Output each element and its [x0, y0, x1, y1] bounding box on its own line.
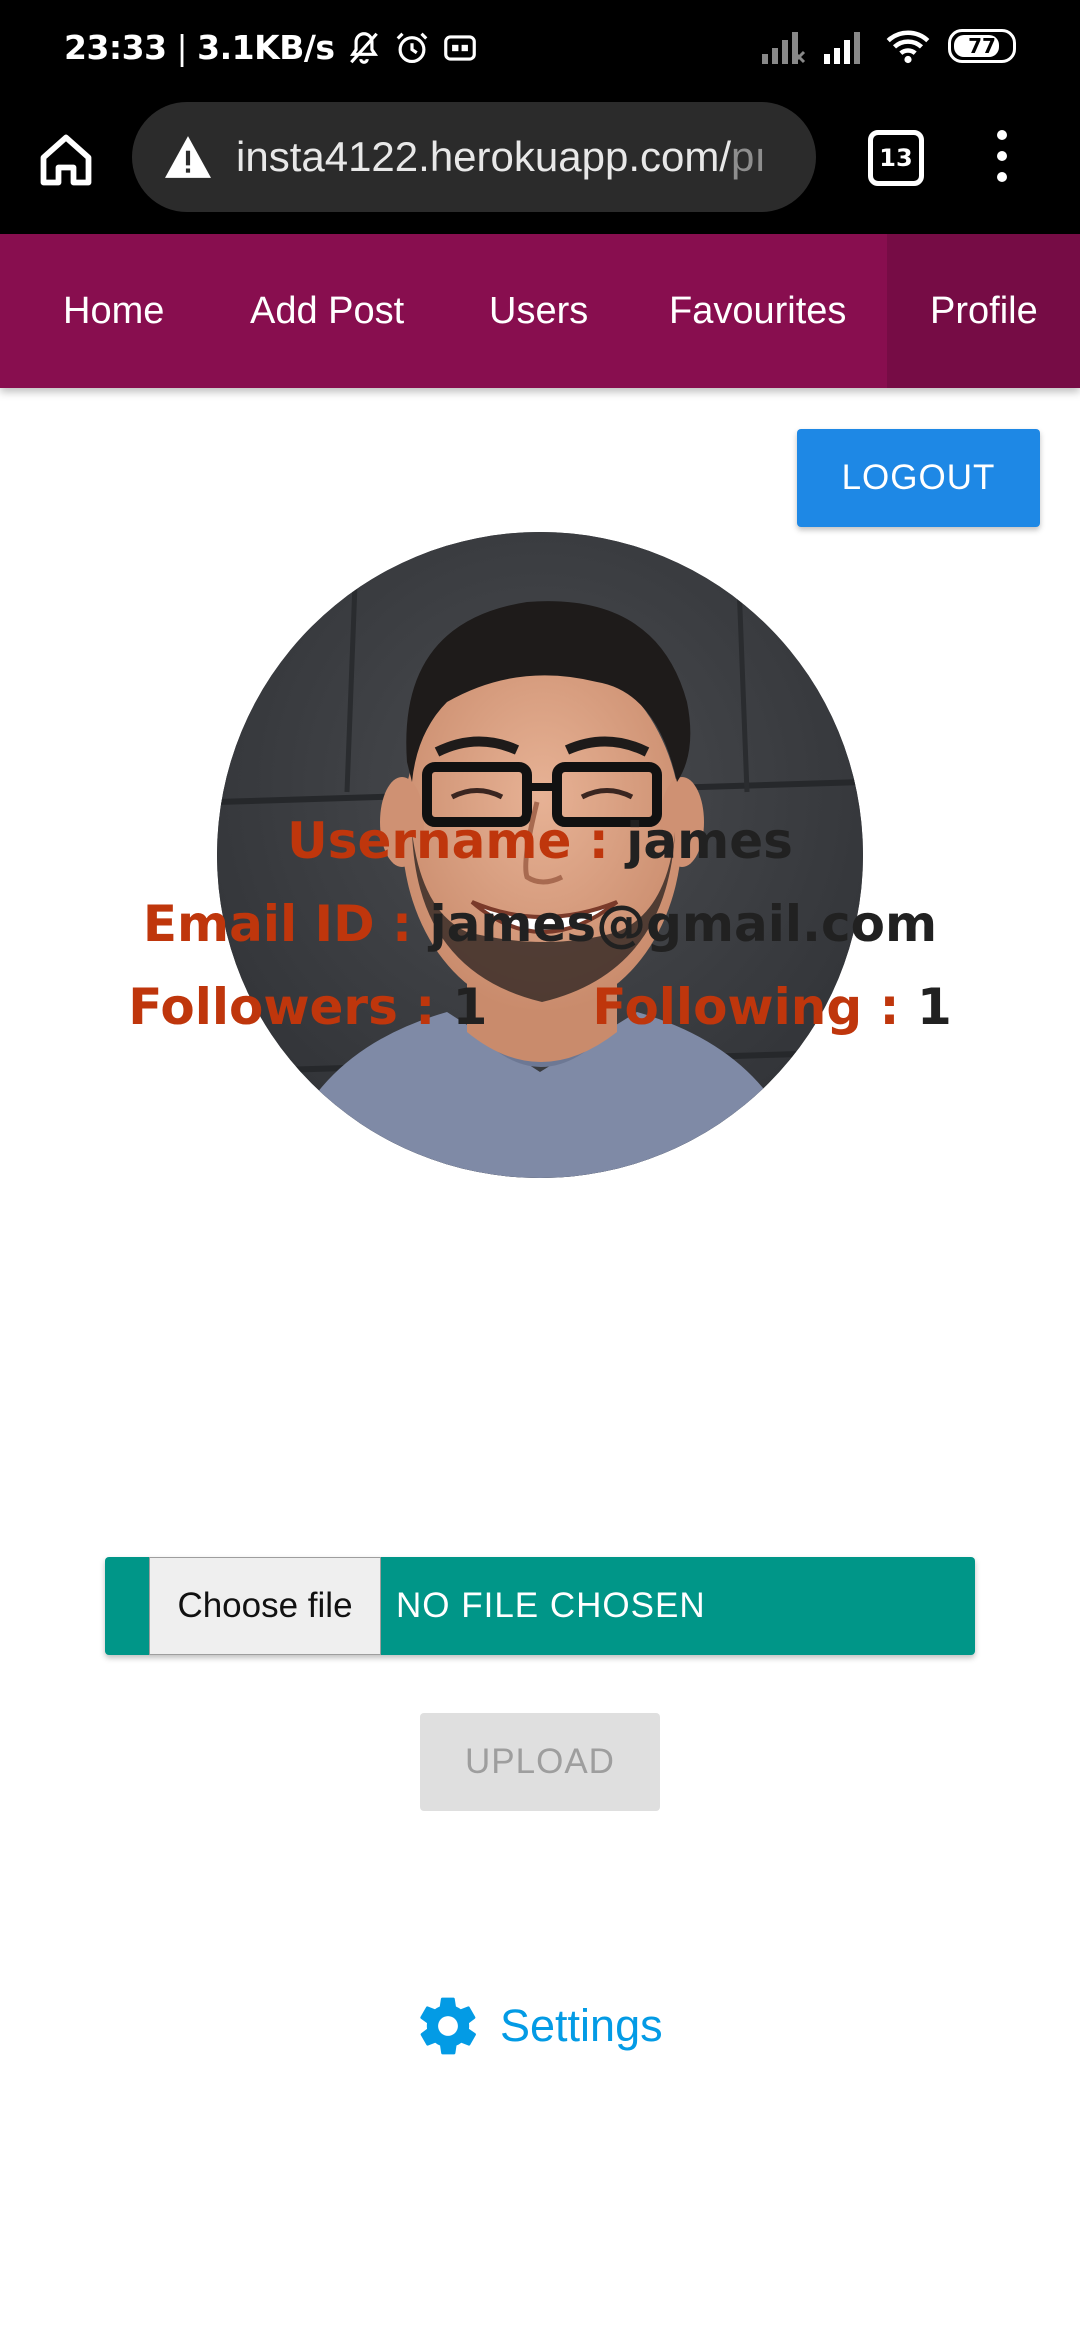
followers-label: Followers :	[128, 978, 436, 1036]
wifi-icon	[886, 30, 930, 64]
browser-toolbar: insta4122.herokuapp.com/pı 13	[0, 100, 1080, 234]
status-separator: |	[176, 28, 188, 67]
email-label: Email ID :	[142, 895, 413, 953]
settings-label[interactable]: Settings	[500, 2000, 663, 2052]
nav-add-post[interactable]: Add Post	[205, 234, 449, 388]
more-vert-icon[interactable]	[990, 130, 1014, 186]
app-navbar: Home Add Post Users Favourites Profile	[0, 234, 1080, 388]
signal-icon	[824, 32, 860, 64]
url-main: insta4122.herokuapp.com/	[236, 133, 731, 180]
status-time: 23:33	[64, 28, 167, 67]
username-line: Username : james	[0, 812, 1080, 870]
home-icon[interactable]	[36, 130, 96, 190]
nav-users[interactable]: Users	[444, 234, 633, 388]
no-file-text: NO FILE CHOSEN	[396, 1586, 706, 1625]
username-value: james	[626, 812, 793, 870]
status-right: 77	[762, 28, 1016, 64]
following-count: 1	[916, 978, 952, 1036]
choose-file-button[interactable]: Choose file	[149, 1557, 381, 1655]
nav-home[interactable]: Home	[0, 234, 209, 388]
url-cut: pı	[731, 133, 767, 180]
username-label: Username :	[287, 812, 609, 870]
upload-button[interactable]: UPLOAD	[420, 1713, 660, 1811]
status-left: 23:33 | 3.1KB/s	[64, 28, 479, 67]
email-value: james@gmail.com	[429, 895, 938, 953]
battery-icon: 77	[948, 29, 1016, 63]
following-label: Following :	[592, 978, 900, 1036]
email-line: Email ID : james@gmail.com	[0, 895, 1080, 953]
file-input[interactable]: Choose file NO FILE CHOSEN	[105, 1557, 975, 1655]
gear-icon[interactable]	[414, 1992, 482, 2060]
followers-count: 1	[452, 978, 488, 1036]
url-text[interactable]: insta4122.herokuapp.com/pı	[236, 133, 766, 181]
follow-stats-line: Followers : 1 Following : 1	[0, 978, 1080, 1036]
settings-link[interactable]: Settings	[414, 1988, 663, 2064]
nav-profile[interactable]: Profile	[887, 234, 1080, 388]
logout-button[interactable]: LOGOUT	[797, 429, 1040, 527]
nav-favourites[interactable]: Favourites	[624, 234, 891, 388]
signal-icon	[762, 32, 806, 64]
alarm-icon	[396, 32, 427, 63]
bell-off-icon	[349, 31, 378, 64]
tabs-count-button[interactable]: 13	[868, 130, 924, 186]
status-speed: 3.1KB/s	[197, 28, 335, 67]
battery-level: 77	[968, 34, 996, 58]
address-bar[interactable]: insta4122.herokuapp.com/pı	[132, 102, 816, 212]
vr-icon	[443, 34, 476, 61]
status-bar: 23:33 | 3.1KB/s 77	[0, 0, 1080, 100]
warning-icon[interactable]	[162, 134, 214, 180]
